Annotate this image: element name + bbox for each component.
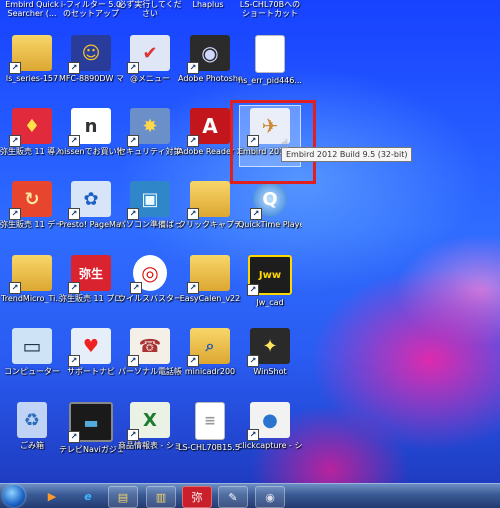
tooltip: Embird 2012 Build 9.5 (32-bit) bbox=[281, 147, 413, 162]
desktop-icon-yayoi-pro[interactable]: 弥生↗ 弥生販売 11 プロフェッショナル bbox=[59, 253, 123, 313]
desktop-icon-pc-guide[interactable]: ▣↗ パソコン準備ばっちりガイド bbox=[118, 179, 182, 239]
desktop-icon-click-capture[interactable]: ↗ クリックキャプチャー bbox=[178, 179, 242, 239]
desktop-icon-yayoi-advisor[interactable]: ♦↗ 弥生販売 11 導入アドバイザー bbox=[0, 106, 64, 166]
desktop-icon-winshot[interactable]: ✦ ↗ WinShot bbox=[240, 326, 300, 386]
capture-icon: ● ↗ bbox=[247, 402, 290, 441]
desktop-icon-label[interactable]: Embird Quick Searcher (... bbox=[0, 0, 64, 18]
desktop-icon-recycle-bin[interactable]: ♻ ごみ箱 bbox=[2, 400, 62, 460]
desktop-icon-hs-err[interactable]: hs_err_pid446... bbox=[238, 33, 302, 93]
menu-checklist-icon: ✔ ↗ bbox=[127, 35, 170, 74]
hand-cursor-icon: ☝ bbox=[281, 137, 289, 151]
folder-icon: ↗ bbox=[187, 255, 230, 294]
yayoi-icon: 弥生 ↗ bbox=[68, 255, 111, 294]
desktop-icon-tv-navi[interactable]: ▬↗ テレビNaviガジェット bbox=[59, 400, 123, 460]
yayoi-leaf-icon: ♦ ↗ bbox=[9, 108, 52, 147]
quicktime-icon: Q ↗ bbox=[250, 181, 287, 220]
jwcad-icon: Jww ↗ bbox=[247, 255, 292, 296]
desktop-icon-product-sheet[interactable]: X↗ 商品情報表 - ショートカット bbox=[118, 400, 182, 460]
embird-taskbar-icon[interactable]: ✎ bbox=[218, 486, 248, 508]
adobe-reader-icon: A ↗ bbox=[187, 108, 230, 147]
photoshop-taskbar-icon[interactable]: ◉ bbox=[255, 486, 285, 508]
desktop-icon-support-navi[interactable]: ♥ ↗ サポートナビ bbox=[61, 326, 121, 386]
support-heart-icon: ♥ ↗ bbox=[68, 328, 111, 367]
desktop-icon-ls-series[interactable]: ↗ ls_series-157 bbox=[2, 33, 62, 93]
desktop: Embird Quick Searcher (... i-フィルター 5.0 のセッ… bbox=[0, 0, 500, 483]
desktop-icon-minicadr[interactable]: ⌕ ↗ minicadr200 bbox=[180, 326, 240, 386]
winshot-icon: ✦ ↗ bbox=[247, 328, 290, 367]
desktop-icon-mfc-manual[interactable]: ☺↗ MFC-8890DW マニュアル bbox=[59, 33, 123, 93]
folder-icon: ↗ bbox=[9, 35, 52, 74]
desktop-icon-security[interactable]: ✸↗ セキュリティ対策ソフト選択 bbox=[118, 106, 182, 166]
tv-icon: ▬ ↗ bbox=[68, 402, 113, 443]
excel-icon: X ↗ bbox=[127, 402, 170, 441]
desktop-icon-label[interactable]: LS-CHL70Bへの ショートカット bbox=[238, 0, 302, 18]
page-manager-icon: ✿ ↗ bbox=[68, 181, 111, 220]
explorer-icon[interactable]: ▤ bbox=[108, 486, 138, 508]
shopping-icon: n ↗ bbox=[68, 108, 111, 147]
desktop-icon-phonebook[interactable]: ☎↗ パーソナル電話帳 Ver.3 bbox=[118, 326, 182, 386]
printer-manual-icon: ☺ ↗ bbox=[68, 35, 111, 74]
desktop-icon-virusbuster[interactable]: ◎↗ ウイルスバスター 2011 クラウド bbox=[118, 253, 182, 313]
yayoi-taskbar-icon[interactable]: 弥 bbox=[182, 486, 212, 508]
desktop-icon-quicktime[interactable]: Q ↗ QuickTime Player bbox=[238, 179, 302, 239]
desktop-icon-label[interactable]: 必ず実行してくだ さい bbox=[118, 0, 182, 18]
desktop-icon-ls-settings[interactable]: ≡ LS-CHL70B15.5 設定.txt bbox=[178, 400, 242, 460]
desktop-icon-label[interactable]: i-フィルター 5.0 のセットアップ bbox=[59, 0, 123, 18]
monitor-icon: ▣ ↗ bbox=[127, 181, 170, 220]
desktop-icon-photoshop[interactable]: ◉↗ Adobe Photoshop 5.0J bbox=[178, 33, 242, 93]
desktop-icon-yayoi-converter[interactable]: ↻↗ 弥生販売 11 データコンバータ bbox=[0, 179, 64, 239]
trend-micro-icon: ◎ ↗ bbox=[130, 255, 167, 294]
eye-icon: ◉ ↗ bbox=[187, 35, 230, 74]
computer-icon: ▭ bbox=[12, 328, 52, 364]
desktop-icon-at-menu[interactable]: ✔ ↗ @メニュー bbox=[120, 33, 180, 93]
desktop-icon-jwcad[interactable]: Jww ↗ Jw_cad bbox=[240, 253, 300, 313]
desktop-icon-easycalen[interactable]: ↗ EasyCalen_v22 bbox=[180, 253, 240, 313]
recycle-bin-icon: ♻ bbox=[17, 402, 47, 438]
folder-window-icon[interactable]: ▥ bbox=[146, 486, 176, 508]
desktop-icon-label[interactable]: Lhaplus bbox=[176, 0, 240, 9]
phonebook-icon: ☎ ↗ bbox=[127, 328, 170, 367]
internet-explorer-icon[interactable]: e bbox=[74, 486, 102, 506]
desktop-icon-trendmicro[interactable]: ↗ TrendMicro_Ti... bbox=[1, 253, 63, 313]
folder-icon: ↗ bbox=[9, 255, 52, 294]
folder-icon: ↗ bbox=[187, 181, 230, 220]
text-file-icon: ≡ bbox=[195, 402, 225, 440]
converter-icon: ↻ ↗ bbox=[9, 181, 52, 220]
text-file-icon bbox=[255, 35, 285, 73]
desktop-icon-nissen[interactable]: n ↗ nissenでお買い物 bbox=[59, 106, 123, 166]
media-player-icon[interactable]: ▶ bbox=[38, 486, 66, 506]
desktop-icon-computer[interactable]: ▭ コンピューター bbox=[2, 326, 62, 386]
desktop-icon-presto[interactable]: ✿↗ Presto! PageManag... bbox=[59, 179, 123, 239]
folder-search-icon: ⌕ ↗ bbox=[187, 328, 230, 367]
taskbar: ▶ e ▤ ▥ 弥 ✎ ◉ bbox=[0, 483, 500, 508]
start-button[interactable] bbox=[3, 485, 25, 507]
red-highlight-box bbox=[230, 100, 316, 184]
shield-icon: ✸ ↗ bbox=[127, 108, 170, 147]
desktop-icon-clickcapture[interactable]: ●↗ clickcapture - ショートカット bbox=[238, 400, 302, 460]
